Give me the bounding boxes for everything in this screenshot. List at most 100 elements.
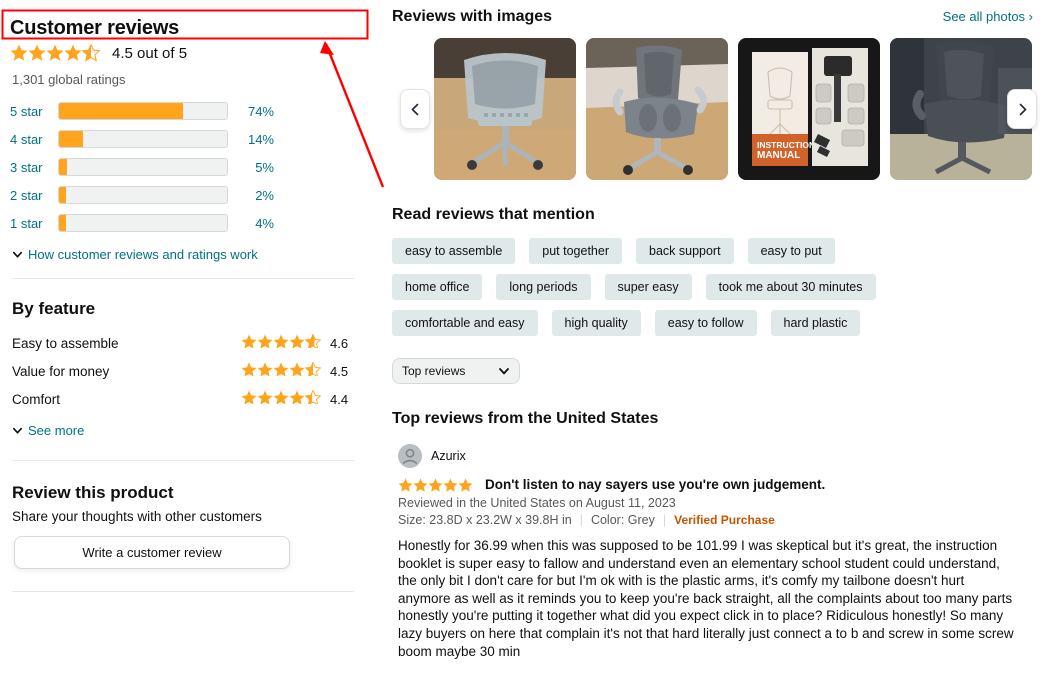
histogram-row-1[interactable]: 1 star 4% — [10, 209, 358, 237]
page-title: Customer reviews — [10, 17, 180, 39]
feature-row: Easy to assemble 4.6 — [12, 329, 358, 357]
keyword-tag[interactable]: high quality — [551, 310, 641, 336]
histogram-label[interactable]: 1 star — [10, 216, 58, 231]
review-headline[interactable]: Don't listen to nay sayers use you're ow… — [485, 477, 825, 492]
reviews-content-panel: Reviews with images See all photos › INS… — [392, 0, 1045, 693]
customer-reviews-page: Customer reviews 4.5 out of 5 1,301 glob… — [0, 0, 1045, 693]
review-image-thumbnail[interactable]: INSTRUCTION MANUAL — [738, 38, 880, 180]
meta-separator: | — [579, 513, 583, 527]
feature-stars — [241, 389, 323, 409]
divider — [12, 460, 354, 461]
chevron-left-icon — [411, 103, 418, 115]
feature-row: Comfort 4.4 — [12, 385, 358, 413]
histogram-percent[interactable]: 2% — [228, 188, 274, 203]
keyword-tag[interactable]: took me about 30 minutes — [705, 274, 876, 300]
review-author[interactable]: Azurix — [398, 444, 1045, 468]
histogram-row-2[interactable]: 2 star 2% — [10, 181, 358, 209]
keyword-tag[interactable]: super easy — [604, 274, 692, 300]
chevron-down-icon — [499, 368, 509, 375]
reviews-summary-panel: Customer reviews 4.5 out of 5 1,301 glob… — [0, 0, 370, 693]
review-date: Reviewed in the United States on August … — [398, 496, 676, 510]
svg-text:INSTRUCTION: INSTRUCTION — [757, 140, 815, 150]
histogram-bar-track — [58, 102, 228, 120]
histogram-label[interactable]: 5 star — [10, 104, 58, 119]
share-thoughts-text: Share your thoughts with other customers — [12, 509, 262, 524]
feature-name: Comfort — [12, 391, 61, 407]
review-rating-stars — [398, 478, 476, 492]
review-headline-row[interactable]: Don't listen to nay sayers use you're ow… — [398, 477, 1045, 492]
histogram-bar-track — [58, 158, 228, 176]
feature-name: Value for money — [12, 363, 110, 379]
histogram-row-3[interactable]: 3 star 5% — [10, 153, 358, 181]
how-reviews-work-label: How customer reviews and ratings work — [28, 247, 258, 262]
review-body-text: Honestly for 36.99 when this was suppose… — [398, 538, 1014, 659]
chevron-right-icon — [1019, 103, 1026, 115]
sort-selected-value: Top reviews — [402, 364, 466, 378]
histogram-percent[interactable]: 14% — [228, 132, 274, 147]
histogram-row-4[interactable]: 4 star 14% — [10, 125, 358, 153]
keyword-tag[interactable]: back support — [636, 238, 734, 264]
review-item: Azurix Don't listen to nay sayers use yo… — [392, 444, 1045, 660]
review-size: Size: 23.8D x 23.2W x 39.8H in — [398, 513, 572, 527]
histogram-bar-fill — [59, 187, 66, 203]
feature-name: Easy to assemble — [12, 335, 119, 351]
keyword-tag[interactable]: hard plastic — [770, 310, 861, 336]
thumbnail-strip: INSTRUCTION MANUAL — [392, 38, 1045, 180]
write-customer-review-button[interactable]: Write a customer review — [14, 536, 290, 569]
reviews-with-images-header: Reviews with images See all photos › — [392, 8, 1045, 26]
carousel-next-button[interactable] — [1007, 89, 1037, 129]
histogram-label[interactable]: 3 star — [10, 160, 58, 175]
see-all-photos-link[interactable]: See all photos › — [943, 9, 1033, 24]
keyword-tag[interactable]: put together — [529, 238, 622, 264]
histogram-bar-track — [58, 130, 228, 148]
avatar — [398, 444, 422, 468]
histogram-label[interactable]: 2 star — [10, 188, 58, 203]
histogram-bar-track — [58, 214, 228, 232]
chevron-down-icon — [13, 251, 22, 258]
read-reviews-that-mention-title: Read reviews that mention — [392, 206, 595, 223]
keyword-tag[interactable]: easy to assemble — [392, 238, 516, 264]
feature-stars — [241, 333, 323, 353]
feature-score: 4.4 — [330, 391, 349, 407]
keyword-tag[interactable]: home office — [392, 274, 483, 300]
review-variant-meta: Size: 23.8D x 23.2W x 39.8H in | Color: … — [398, 513, 1045, 527]
review-image-thumbnail[interactable] — [434, 38, 576, 180]
review-color: Color: Grey — [590, 513, 655, 527]
feature-stars — [241, 361, 323, 381]
overall-rating-stars — [10, 44, 103, 62]
histogram-bar-fill — [59, 159, 68, 175]
chevron-down-icon — [13, 427, 22, 434]
review-image-thumbnail[interactable] — [586, 38, 728, 180]
divider — [12, 591, 354, 592]
overall-rating-text: 4.5 out of 5 — [112, 44, 188, 62]
sort-control: Top reviews — [392, 358, 1045, 384]
histogram-percent[interactable]: 5% — [228, 160, 274, 175]
keyword-tag[interactable]: easy to follow — [654, 310, 757, 336]
histogram-percent[interactable]: 74% — [228, 104, 274, 119]
divider — [12, 278, 354, 279]
how-reviews-work-link[interactable]: How customer reviews and ratings work — [12, 247, 358, 262]
histogram-bar-fill — [59, 131, 83, 147]
keyword-tag[interactable]: long periods — [496, 274, 591, 300]
see-more-label: See more — [28, 423, 85, 438]
histogram-percent[interactable]: 4% — [228, 216, 274, 231]
review-images-carousel: INSTRUCTION MANUAL — [392, 38, 1045, 180]
verified-purchase-badge: Verified Purchase — [674, 513, 775, 527]
feature-row: Value for money 4.5 — [12, 357, 358, 385]
histogram-label[interactable]: 4 star — [10, 132, 58, 147]
review-author-name[interactable]: Azurix — [431, 449, 466, 463]
global-ratings-count: 1,301 global ratings — [12, 72, 126, 87]
overall-rating: 4.5 out of 5 — [10, 44, 358, 62]
keyword-tag[interactable]: easy to put — [747, 238, 835, 264]
carousel-prev-button[interactable] — [400, 89, 430, 129]
svg-text:MANUAL: MANUAL — [757, 150, 800, 161]
feature-score: 4.5 — [330, 363, 349, 379]
keyword-tag[interactable]: comfortable and easy — [392, 310, 538, 336]
top-reviews-title: Top reviews from the United States — [392, 410, 659, 427]
sort-reviews-dropdown[interactable]: Top reviews — [392, 358, 520, 384]
histogram-row-5[interactable]: 5 star 74% — [10, 97, 358, 125]
histogram-bar-track — [58, 186, 228, 204]
see-more-features-link[interactable]: See more — [12, 423, 358, 438]
histogram-bar-fill — [59, 103, 184, 119]
meta-separator: | — [662, 513, 667, 527]
